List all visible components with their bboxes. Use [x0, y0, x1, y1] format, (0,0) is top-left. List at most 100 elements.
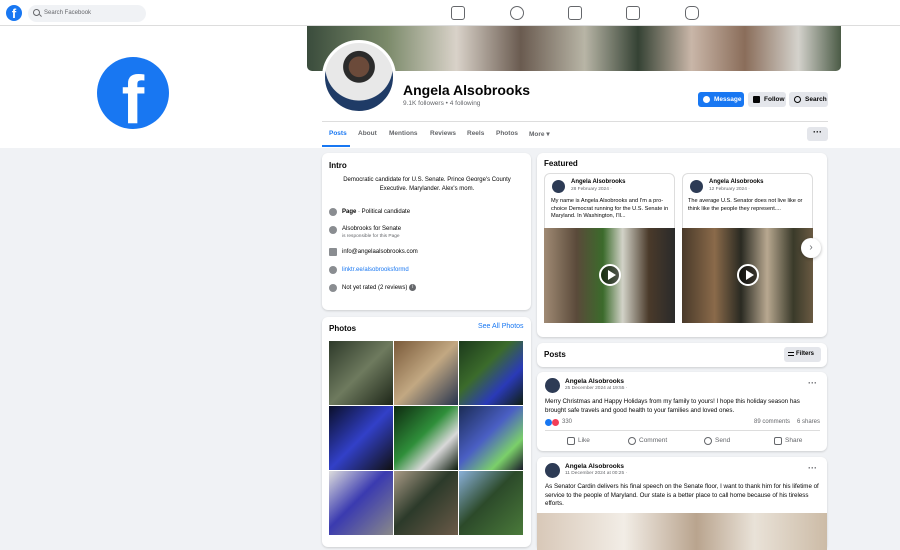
profile-search-button[interactable]: Search: [789, 92, 828, 107]
tab-reels[interactable]: Reels: [467, 130, 484, 137]
send-button[interactable]: Send: [704, 437, 731, 445]
comment-label: Comment: [639, 437, 668, 444]
active-tab-indicator: [322, 145, 350, 147]
share-button[interactable]: Share: [774, 437, 803, 445]
like-icon: [567, 437, 575, 445]
home-icon[interactable]: [451, 6, 465, 20]
video-icon[interactable]: [568, 6, 582, 20]
comment-icon: [628, 437, 636, 445]
featured-text: My name is Angela Alsobrooks and I'm a p…: [551, 198, 669, 219]
photo-thumbnail[interactable]: [459, 471, 523, 535]
photo-thumbnail[interactable]: [459, 341, 523, 405]
photo-thumbnail[interactable]: [329, 406, 393, 470]
search-input[interactable]: Search Facebook: [28, 5, 146, 22]
like-button[interactable]: Like: [567, 437, 590, 445]
more-options-button[interactable]: ···: [807, 127, 828, 141]
post-author[interactable]: Angela Alsobrooks: [565, 463, 624, 470]
author-avatar: [552, 180, 565, 193]
gaming-icon[interactable]: [685, 6, 699, 20]
follow-button[interactable]: Follow: [748, 92, 786, 107]
intro-bio: Democratic candidate for U.S. Senate. Pr…: [343, 177, 511, 192]
featured-title: Featured: [544, 159, 578, 168]
featured-text: The average U.S. Senator does not live l…: [688, 198, 803, 212]
comment-count[interactable]: 89 comments: [754, 419, 790, 425]
featured-author[interactable]: Angela Alsobrooks: [571, 179, 625, 185]
message-button[interactable]: Message: [698, 92, 744, 107]
star-icon: [329, 284, 337, 292]
post-text: As Senator Cardin delivers his final spe…: [545, 483, 819, 507]
send-label: Send: [715, 437, 731, 444]
intro-email[interactable]: info@angelaalsobrooks.com: [342, 249, 418, 255]
photos-title: Photos: [329, 324, 357, 333]
info-icon: [329, 208, 337, 216]
see-all-photos-link[interactable]: See All Photos: [478, 323, 524, 330]
play-icon[interactable]: [599, 264, 621, 286]
post-date[interactable]: 25 December 2024 at 19:55 ·: [565, 386, 627, 391]
author-avatar[interactable]: [545, 463, 560, 478]
facebook-logo-icon[interactable]: f: [6, 5, 22, 21]
header-divider: [322, 121, 828, 122]
posts-title: Posts: [544, 350, 566, 359]
follow-label: Follow: [764, 96, 785, 103]
love-reaction-icon: [552, 419, 559, 426]
reaction-count[interactable]: 330: [562, 419, 572, 425]
messenger-icon: [704, 437, 712, 445]
profile-avatar[interactable]: [322, 40, 396, 114]
photo-thumbnail[interactable]: [394, 471, 458, 535]
tab-more[interactable]: More ▾: [529, 130, 550, 138]
page-type-bold: Page: [342, 209, 357, 215]
rating-text: Not yet rated (2 reviews): [342, 285, 408, 292]
featured-date: 28 February 2024 ·: [571, 187, 612, 192]
tab-photos[interactable]: Photos: [496, 130, 518, 137]
author-avatar[interactable]: [545, 378, 560, 393]
friends-icon[interactable]: [510, 6, 524, 20]
post-options-button[interactable]: ···: [808, 378, 817, 388]
featured-date: 12 February 2024 ·: [709, 187, 750, 192]
post-image[interactable]: [537, 513, 827, 550]
post-text: Merry Christmas and Happy Holidays from …: [545, 398, 800, 414]
profile-name: Angela Alsobrooks: [403, 82, 531, 98]
play-icon[interactable]: [737, 264, 759, 286]
facebook-brand-logo-icon: f: [97, 57, 169, 129]
featured-author[interactable]: Angela Alsobrooks: [709, 179, 763, 185]
like-label: Like: [578, 437, 590, 444]
post-options-button[interactable]: ···: [808, 463, 817, 473]
filters-button[interactable]: Filters: [784, 347, 821, 362]
author-avatar: [690, 180, 703, 193]
photo-thumbnail[interactable]: [329, 471, 393, 535]
search-icon: [33, 9, 40, 16]
tab-posts[interactable]: Posts: [329, 130, 347, 137]
info-circle-icon[interactable]: i: [409, 284, 417, 291]
page-type: Page · Political candidate: [342, 209, 410, 215]
photo-thumbnail[interactable]: [329, 341, 393, 405]
search-label: Search: [805, 96, 827, 103]
chevron-right-icon[interactable]: ›: [801, 238, 821, 258]
email-icon: [329, 248, 337, 256]
link-icon: [329, 266, 337, 274]
follower-stats[interactable]: 9.1K followers • 4 following: [403, 100, 480, 107]
share-icon: [774, 437, 782, 445]
intro-title: Intro: [329, 161, 347, 170]
tab-mentions[interactable]: Mentions: [389, 130, 418, 137]
messenger-icon: [703, 96, 710, 103]
page-type-text: · Political candidate: [356, 209, 411, 215]
marketplace-icon[interactable]: [626, 6, 640, 20]
photo-thumbnail[interactable]: [394, 341, 458, 405]
comment-button[interactable]: Comment: [628, 437, 668, 445]
photo-thumbnail[interactable]: [459, 406, 523, 470]
share-count[interactable]: 6 shares: [797, 419, 820, 425]
post-date[interactable]: 11 December 2024 at 00:25 ·: [565, 471, 627, 476]
tab-about[interactable]: About: [358, 130, 377, 137]
follow-icon: [753, 96, 760, 103]
search-icon: [794, 96, 801, 103]
person-icon: [329, 226, 337, 234]
post-author[interactable]: Angela Alsobrooks: [565, 378, 624, 385]
responsible-org: Alsobrooks for Senate: [342, 226, 402, 232]
message-label: Message: [714, 96, 742, 103]
share-label: Share: [785, 437, 803, 444]
post-divider: [545, 430, 820, 431]
tab-reviews[interactable]: Reviews: [430, 130, 456, 137]
like-reaction-icon: [545, 419, 552, 426]
photo-thumbnail[interactable]: [394, 406, 458, 470]
intro-link[interactable]: linktr.ee/alsobrooksformd: [342, 267, 409, 273]
